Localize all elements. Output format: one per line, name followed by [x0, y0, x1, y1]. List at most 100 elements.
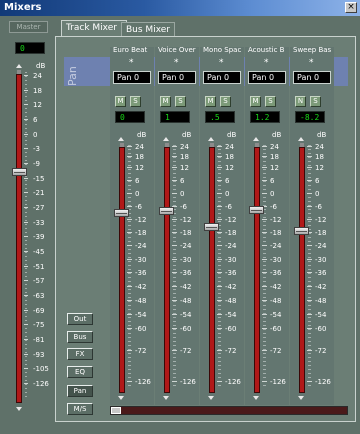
scale-label: 0: [33, 131, 38, 139]
view-button-out[interactable]: Out: [67, 313, 93, 325]
minor-tick: [263, 289, 266, 290]
scale-tick: [217, 286, 222, 287]
close-icon[interactable]: ×: [345, 2, 357, 13]
minor-tick: [25, 324, 27, 325]
minor-tick: [173, 257, 176, 258]
scale-label: -42: [270, 283, 282, 291]
minor-tick: [218, 369, 221, 370]
minor-tick: [25, 140, 27, 141]
minor-tick: [173, 241, 176, 242]
minor-tick: [218, 301, 221, 302]
arrow-up-icon[interactable]: [163, 137, 169, 141]
fader-track[interactable]: [254, 147, 260, 393]
fader-track[interactable]: [119, 147, 125, 393]
minor-tick: [218, 233, 221, 234]
mute-button[interactable]: M: [205, 96, 216, 107]
scale-label: -24: [225, 242, 237, 250]
title-bar[interactable]: Mixers ×: [0, 0, 360, 16]
minor-tick: [308, 301, 311, 302]
minor-tick: [128, 357, 131, 358]
minor-tick: [218, 381, 221, 382]
solo-button[interactable]: S: [220, 96, 231, 107]
solo-button[interactable]: S: [265, 96, 276, 107]
pan-field[interactable]: Pan 0: [248, 71, 286, 84]
arrow-down-icon[interactable]: [118, 396, 124, 400]
minor-tick: [308, 261, 311, 262]
minor-tick: [218, 361, 221, 362]
fader-track[interactable]: [299, 147, 305, 393]
arrow-up-icon[interactable]: [298, 137, 304, 141]
minor-tick: [173, 249, 176, 250]
arrow-up-icon[interactable]: [118, 137, 124, 141]
master-fader-track[interactable]: [16, 74, 22, 403]
minor-tick: [308, 237, 311, 238]
minor-tick: [25, 344, 27, 345]
fader-knob[interactable]: [294, 227, 309, 235]
solo-button[interactable]: S: [130, 96, 141, 107]
view-button-ms[interactable]: M/S: [67, 403, 93, 415]
minor-tick: [263, 161, 266, 162]
scale-tick: [307, 146, 312, 147]
mute-button[interactable]: M: [115, 96, 126, 107]
solo-button[interactable]: S: [175, 96, 186, 107]
minor-tick: [173, 297, 176, 298]
arrow-up-icon[interactable]: [16, 64, 22, 68]
fader-knob[interactable]: [204, 223, 219, 231]
minor-tick: [128, 365, 131, 366]
solo-button[interactable]: S: [310, 96, 321, 107]
minor-tick: [308, 373, 311, 374]
mute-button[interactable]: M: [250, 96, 261, 107]
arrow-down-icon[interactable]: [163, 396, 169, 400]
minor-tick: [263, 185, 266, 186]
arrow-down-icon[interactable]: [253, 396, 259, 400]
channel-level-value[interactable]: .5: [205, 111, 235, 123]
fader-knob[interactable]: [159, 207, 174, 215]
minor-tick: [128, 321, 131, 322]
minor-tick: [218, 265, 221, 266]
pan-field[interactable]: Pan 0: [113, 71, 151, 84]
fader-track[interactable]: [209, 147, 215, 393]
pan-field[interactable]: Pan 0: [293, 71, 331, 84]
channel-scrollbar[interactable]: [110, 406, 348, 415]
minor-tick: [263, 285, 266, 286]
minor-tick: [308, 321, 311, 322]
scale-label: -12: [180, 216, 192, 224]
scrollbar-thumb[interactable]: [111, 407, 121, 414]
mute-button[interactable]: M: [160, 96, 171, 107]
minor-tick: [25, 304, 27, 305]
minor-tick: [128, 277, 131, 278]
arrow-down-icon[interactable]: [298, 396, 304, 400]
arrow-down-icon[interactable]: [16, 407, 22, 411]
arrow-up-icon[interactable]: [208, 137, 214, 141]
view-button-pan[interactable]: Pan: [67, 385, 93, 397]
fader-track[interactable]: [164, 147, 170, 393]
minor-tick: [128, 381, 131, 382]
scale-tick: [217, 259, 222, 260]
mute-button[interactable]: N: [295, 96, 306, 107]
minor-tick: [308, 173, 311, 174]
master-value[interactable]: 0: [15, 42, 45, 54]
minor-tick: [173, 261, 176, 262]
pan-field[interactable]: Pan 0: [203, 71, 241, 84]
view-button-fx[interactable]: FX: [67, 348, 93, 360]
minor-tick: [173, 285, 176, 286]
channel-level-value[interactable]: 0: [115, 111, 145, 123]
minor-tick: [128, 361, 131, 362]
minor-tick: [128, 217, 131, 218]
scale-label: -105: [33, 365, 49, 373]
mixers-window: Mixers × Master 0 Track Mixer Bus Mixer …: [0, 0, 360, 434]
scale-label: 18: [180, 153, 189, 161]
channel-level-value[interactable]: 1.2: [250, 111, 280, 123]
fader-knob[interactable]: [114, 209, 129, 217]
arrow-down-icon[interactable]: [208, 396, 214, 400]
minor-tick: [173, 341, 176, 342]
pan-field[interactable]: Pan 0: [158, 71, 196, 84]
view-button-bus[interactable]: Bus: [67, 331, 93, 343]
scale-tick: [262, 259, 267, 260]
channel-level-value[interactable]: 1: [160, 111, 190, 123]
arrow-up-icon[interactable]: [253, 137, 259, 141]
master-fader-knob[interactable]: [12, 168, 27, 176]
view-button-eq[interactable]: EQ: [67, 366, 93, 378]
channel-level-value[interactable]: -8.2: [295, 111, 325, 123]
fader-knob[interactable]: [249, 206, 264, 214]
